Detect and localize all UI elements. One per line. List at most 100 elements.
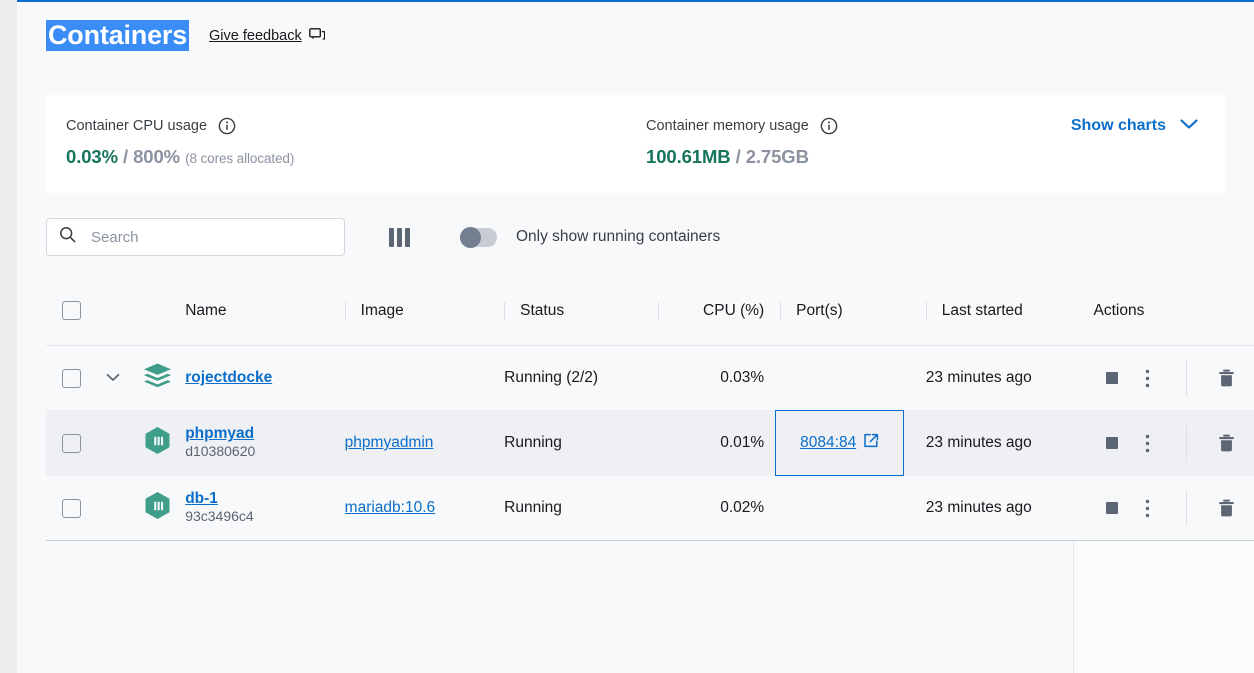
show-charts-button[interactable]: Show charts xyxy=(1071,117,1199,135)
chevron-down-icon[interactable] xyxy=(106,369,120,387)
search-icon xyxy=(59,226,76,248)
stop-icon[interactable] xyxy=(1094,436,1130,450)
container-image-link[interactable]: mariadb:10.6 xyxy=(345,499,435,516)
row-last-started-cell: 23 minutes ago xyxy=(926,434,1079,452)
column-header-name[interactable]: Name xyxy=(185,302,344,320)
container-port-link[interactable]: 8084:84 xyxy=(800,434,856,452)
container-name-link[interactable]: phpmyad xyxy=(185,425,344,443)
memory-usage-separator: / xyxy=(730,146,746,167)
kebab-menu-icon[interactable] xyxy=(1130,369,1166,388)
trash-icon[interactable] xyxy=(1209,499,1245,518)
only-running-toggle-group[interactable]: Only show running containers xyxy=(460,226,720,248)
columns-bar-1 xyxy=(389,227,394,247)
row-actions-cell xyxy=(1079,425,1254,461)
info-icon[interactable] xyxy=(820,117,838,135)
table-row[interactable]: db-1 93c3496c4 mariadb:10.6 Running 0.02… xyxy=(46,476,1254,541)
actions-divider xyxy=(1185,360,1187,396)
cpu-usage-used: 0.03% xyxy=(66,146,118,167)
memory-usage-label-row: Container memory usage xyxy=(646,117,1046,135)
container-name-link[interactable]: db-1 xyxy=(185,490,344,508)
show-charts-label: Show charts xyxy=(1070,117,1166,134)
row-status-cell: Running (2/2) xyxy=(504,369,673,387)
container-box-icon xyxy=(141,424,174,462)
columns-icon[interactable] xyxy=(389,227,413,247)
container-cpu: 0.01% xyxy=(720,434,765,451)
container-last-started: 23 minutes ago xyxy=(925,434,1032,451)
row-cpu-cell: 0.01% xyxy=(673,434,780,452)
column-header-image[interactable]: Image xyxy=(344,301,504,320)
container-box-icon xyxy=(141,489,174,527)
cpu-cores-note: (8 cores allocated) xyxy=(185,151,295,166)
row-actions-cell xyxy=(1079,490,1254,526)
container-port-button[interactable]: 8084:84 xyxy=(775,410,905,476)
row-image-cell: phpmyadmin xyxy=(345,434,504,452)
give-feedback-label: Give feedback xyxy=(209,27,302,44)
external-link-icon xyxy=(864,433,879,453)
memory-usage-stat: Container memory usage 100.61MB / 2.75GB xyxy=(646,95,1046,168)
column-header-ports-label: Port(s) xyxy=(780,301,926,320)
cpu-usage-stat: Container CPU usage 0.03% / 800% (8 core… xyxy=(66,95,646,168)
row-icon-cell xyxy=(129,424,185,462)
row-last-started-cell: 23 minutes ago xyxy=(926,499,1079,517)
give-feedback-link[interactable]: Give feedback xyxy=(209,28,325,44)
kebab-menu-icon[interactable] xyxy=(1130,434,1166,453)
page-content: Containers Give feedback Container CPU u… xyxy=(17,0,1254,673)
row-select-cell xyxy=(46,368,96,388)
table-header-row: Name Image Status CPU (%) Port(s) Last s… xyxy=(46,276,1254,346)
container-status: Running xyxy=(504,499,562,516)
cpu-usage-separator: / xyxy=(117,146,134,167)
container-name-link[interactable]: rojectdocke xyxy=(185,369,344,387)
container-cpu: 0.03% xyxy=(720,369,765,386)
trash-icon[interactable] xyxy=(1209,434,1245,453)
row-checkbox[interactable] xyxy=(61,368,81,388)
row-last-started-cell: 23 minutes ago xyxy=(926,369,1079,387)
info-icon[interactable] xyxy=(218,117,236,135)
column-header-last-started[interactable]: Last started xyxy=(925,301,1079,320)
trash-icon[interactable] xyxy=(1209,369,1245,388)
memory-usage-total: 2.75GB xyxy=(745,146,809,167)
row-image-cell: mariadb:10.6 xyxy=(345,499,504,517)
table-row[interactable]: phpmyad d10380620 phpmyadmin Running 0.0… xyxy=(46,410,1254,476)
row-status-cell: Running xyxy=(504,499,673,517)
feedback-chat-icon xyxy=(308,28,325,43)
row-cpu-cell: 0.03% xyxy=(673,369,780,387)
memory-usage-used: 100.61MB xyxy=(646,146,731,167)
row-name-cell: db-1 93c3496c4 xyxy=(185,490,344,526)
row-icon-cell xyxy=(129,362,185,395)
column-header-status[interactable]: Status xyxy=(504,301,673,320)
column-header-actions-label: Actions xyxy=(1093,301,1145,319)
search-input[interactable] xyxy=(89,227,332,247)
row-checkbox[interactable] xyxy=(61,498,81,518)
only-running-toggle[interactable] xyxy=(460,226,497,248)
container-id: 93c3496c4 xyxy=(185,508,254,524)
kebab-menu-icon[interactable] xyxy=(1130,499,1166,518)
select-all-checkbox[interactable] xyxy=(61,301,81,320)
row-checkbox[interactable] xyxy=(61,433,81,453)
container-status: Running xyxy=(504,434,562,451)
chevron-down-icon xyxy=(1179,117,1199,135)
actions-divider xyxy=(1185,490,1187,526)
column-header-actions: Actions xyxy=(1079,302,1254,320)
column-header-name-label: Name xyxy=(185,301,227,319)
stop-icon[interactable] xyxy=(1094,371,1130,385)
column-header-ports[interactable]: Port(s) xyxy=(780,301,926,320)
row-name-cell: rojectdocke xyxy=(185,369,344,387)
container-image-link[interactable]: phpmyadmin xyxy=(345,434,434,451)
sidebar-edge xyxy=(0,0,17,673)
column-header-status-label: Status xyxy=(504,301,673,320)
stop-icon[interactable] xyxy=(1094,501,1130,515)
cpu-usage-value: 0.03% / 800% (8 cores allocated) xyxy=(66,146,646,168)
column-header-cpu-label: CPU (%) xyxy=(658,301,764,320)
page-title: Containers xyxy=(46,20,190,52)
containers-page: Containers Give feedback Container CPU u… xyxy=(0,0,1254,673)
table-row[interactable]: rojectdocke Running (2/2) 0.03% 23 minut… xyxy=(46,346,1254,411)
toggle-knob xyxy=(460,226,481,248)
container-status: Running (2/2) xyxy=(504,369,599,386)
resource-usage-card: Container CPU usage 0.03% / 800% (8 core… xyxy=(46,95,1225,193)
search-box[interactable] xyxy=(46,218,345,256)
row-expand-cell[interactable] xyxy=(96,369,129,387)
container-cpu: 0.02% xyxy=(720,499,765,516)
stack-icon xyxy=(142,362,173,395)
column-header-cpu[interactable]: CPU (%) xyxy=(658,301,780,320)
container-last-started: 23 minutes ago xyxy=(925,369,1032,386)
